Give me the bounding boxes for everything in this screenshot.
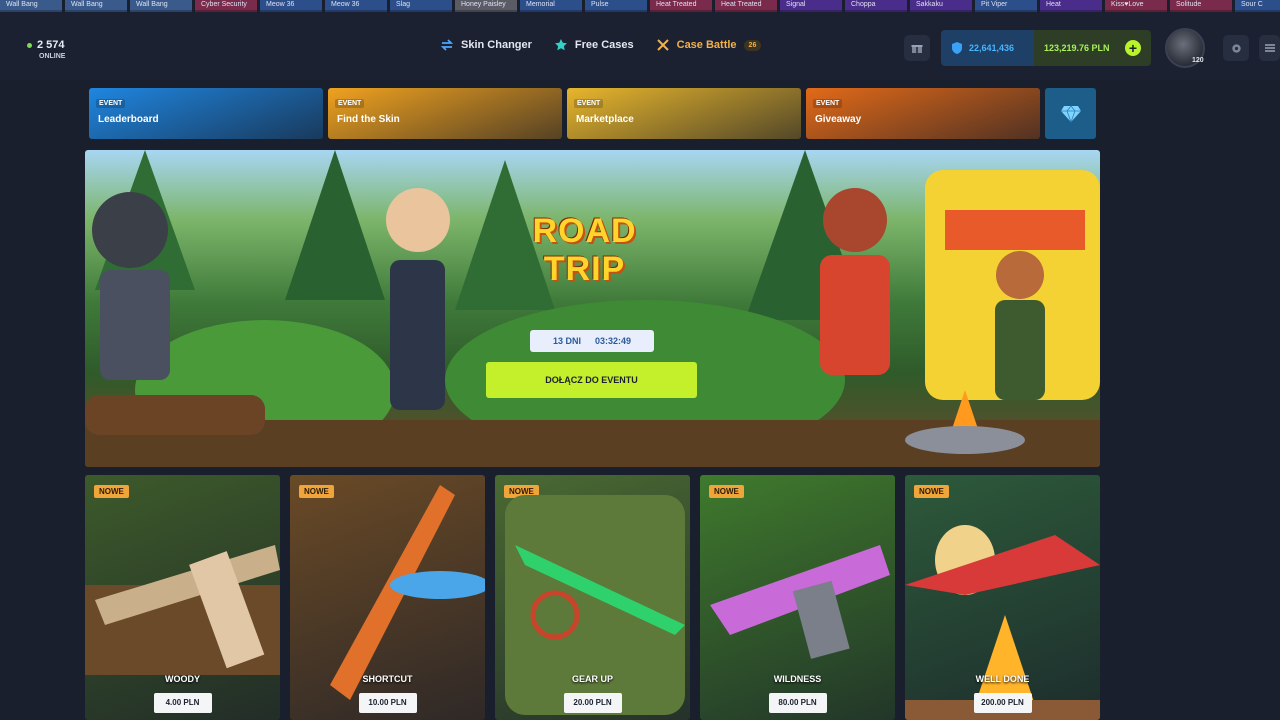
case-card-wildness[interactable]: NOWE WILDNESS 80.00 PLN: [700, 475, 895, 720]
case-price: 4.00 PLN: [153, 693, 212, 713]
coin-balance-value: 22,641,436: [969, 43, 1015, 53]
online-dot-icon: [27, 42, 32, 48]
road-trip-logo: ROAD TRIP: [497, 212, 672, 288]
ticker-drop-item[interactable]: Slag: [390, 0, 452, 12]
case-card-gear-up[interactable]: NOWE GEAR UP 20.00 PLN: [495, 475, 690, 720]
crossed-swords-icon: [656, 39, 669, 51]
case-card-woody[interactable]: NOWE WOODY 4.00 PLN: [85, 475, 280, 720]
case-grid: NOWE WOODY 4.00 PLN NOWE SHORTCUT 10.00 …: [85, 475, 1100, 720]
ticker-drop-item[interactable]: Sour C: [1235, 0, 1280, 12]
ticker-drop-item[interactable]: Heat Treated: [650, 0, 712, 12]
nav-skin-changer-label: Skin Changer: [461, 39, 532, 51]
top-header: 2 574 ONLINE Skin Changer Free Cases Cas…: [0, 12, 1280, 80]
ticker-drop-item[interactable]: Honey Paisley: [455, 0, 517, 12]
balance-panel: 22,641,436 123,219.76 PLN +: [941, 30, 1151, 66]
nav-skin-changer[interactable]: Skin Changer: [440, 38, 532, 52]
case-name: SHORTCUT: [362, 674, 413, 684]
event-card-giveaway[interactable]: EVENT Giveaway: [806, 88, 1040, 139]
countdown-days: 13 DNI: [552, 336, 581, 346]
nav-case-battle[interactable]: Case Battle 26: [656, 38, 762, 52]
ticker-drop-item[interactable]: Wall Bang: [65, 0, 127, 12]
hamburger-menu-icon: [1264, 44, 1275, 52]
ticker-drop-item[interactable]: Signal: [780, 0, 842, 12]
forest-scene-illustration: [85, 150, 1100, 467]
case-price: 80.00 PLN: [768, 693, 827, 713]
event-strip: EVENT Leaderboard EVENT Find the Skin EV…: [89, 88, 1096, 139]
event-tag: EVENT: [813, 99, 843, 108]
settings-button[interactable]: [1223, 35, 1249, 61]
online-counter: 2 574 ONLINE: [27, 39, 65, 60]
case-battle-count-badge: 26: [743, 39, 762, 51]
menu-button[interactable]: [1259, 35, 1280, 61]
cash-balance[interactable]: 123,219.76 PLN +: [1034, 30, 1151, 66]
join-event-button[interactable]: DOŁĄCZ DO EVENTU: [486, 362, 697, 398]
case-name: WELL DONE: [975, 674, 1030, 684]
add-funds-button[interactable]: +: [1125, 40, 1141, 56]
event-card-leaderboard[interactable]: EVENT Leaderboard: [89, 88, 323, 139]
ticker-drop-item[interactable]: Pit Viper: [975, 0, 1037, 12]
case-name: WOODY: [165, 674, 200, 684]
ticker-drop-item[interactable]: Wall Bang: [130, 0, 192, 12]
ticker-drop-item[interactable]: Wall Bang: [0, 0, 62, 12]
ticker-drop-item[interactable]: Solitude: [1170, 0, 1232, 12]
online-count: 2 574: [37, 39, 65, 51]
ticker-drop-item[interactable]: Sakkaku: [910, 0, 972, 12]
ticker-drop-item[interactable]: Meow 36: [325, 0, 387, 12]
cash-balance-value: 123,219.76 PLN: [1044, 43, 1110, 53]
gift-button[interactable]: [904, 35, 930, 61]
swap-arrows-icon: [440, 39, 454, 51]
logo-line-2: TRIP: [543, 250, 626, 288]
event-countdown: 13 DNI 03:32:49: [530, 330, 654, 352]
recent-drops-ticker: Wall Bang Wall Bang Wall Bang Cyber Securit…: [0, 0, 1280, 12]
shield-coin-icon: [952, 42, 962, 54]
ticker-drop-item[interactable]: Heat Treated: [715, 0, 777, 12]
nav-free-cases[interactable]: Free Cases: [554, 38, 634, 52]
event-tag: EVENT: [96, 99, 126, 108]
event-card-marketplace[interactable]: EVENT Marketplace: [567, 88, 801, 139]
ticker-drop-item[interactable]: Heat: [1040, 0, 1102, 12]
case-price: 10.00 PLN: [358, 693, 417, 713]
event-title: Giveaway: [815, 114, 862, 125]
gift-icon: [911, 45, 923, 53]
event-tag: EVENT: [335, 99, 365, 108]
main-nav: Skin Changer Free Cases Case Battle 26: [440, 38, 762, 52]
diamond-icon: [1060, 104, 1081, 123]
gear-icon: [1231, 43, 1241, 53]
ticker-drop-item[interactable]: Choppa: [845, 0, 907, 12]
event-title: Marketplace: [576, 114, 634, 125]
countdown-time: 03:32:49: [594, 336, 632, 346]
coin-balance[interactable]: 22,641,436: [941, 30, 1034, 66]
ticker-drop-item[interactable]: Memorial: [520, 0, 582, 12]
case-name: WILDNESS: [773, 674, 822, 684]
ticker-drop-item[interactable]: Cyber Security: [195, 0, 257, 12]
star-icon: [555, 39, 567, 51]
nav-free-cases-label: Free Cases: [574, 39, 634, 51]
case-card-shortcut[interactable]: NOWE SHORTCUT 10.00 PLN: [290, 475, 485, 720]
event-title: Find the Skin: [337, 114, 400, 125]
case-price: 20.00 PLN: [563, 693, 622, 713]
case-card-well-done[interactable]: NOWE WELL DONE 200.00 PLN: [905, 475, 1100, 720]
nav-case-battle-label: Case Battle: [676, 39, 737, 51]
event-tag: EVENT: [574, 99, 604, 108]
ticker-drop-item[interactable]: Meow 36: [260, 0, 322, 12]
ticker-drop-item[interactable]: Pulse: [585, 0, 647, 12]
case-name: GEAR UP: [571, 674, 613, 684]
event-card-find-the-skin[interactable]: EVENT Find the Skin: [328, 88, 562, 139]
ticker-drop-item[interactable]: Kiss♥Love: [1105, 0, 1167, 12]
road-trip-event-banner[interactable]: [85, 150, 1100, 467]
user-level: 120: [1192, 57, 1204, 64]
online-label: ONLINE: [39, 53, 66, 60]
logo-line-1: ROAD: [532, 212, 637, 250]
event-title: Leaderboard: [98, 114, 159, 125]
diamond-event-card[interactable]: [1045, 88, 1096, 139]
case-price: 200.00 PLN: [973, 693, 1032, 713]
